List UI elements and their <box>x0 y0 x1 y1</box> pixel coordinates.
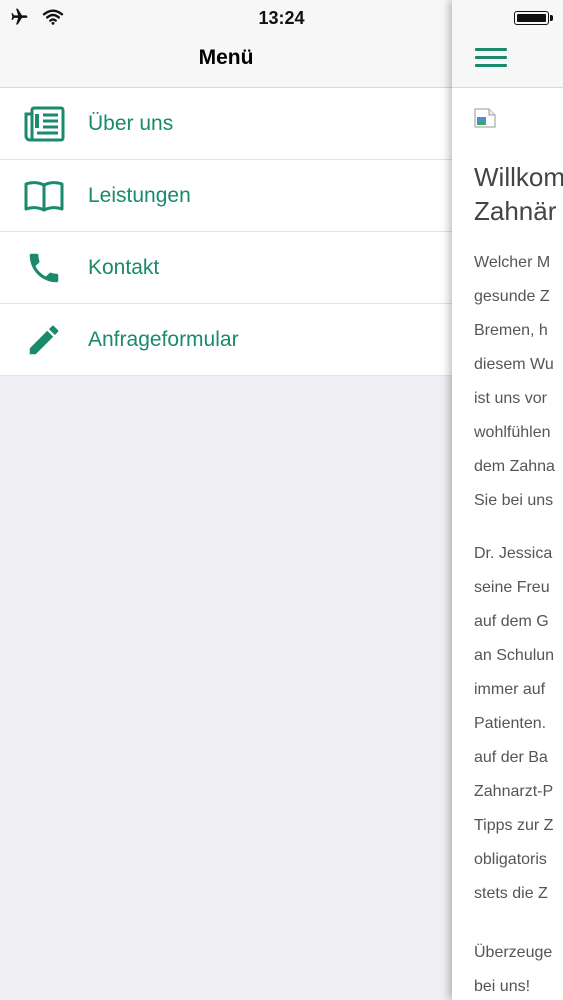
phone-icon <box>0 249 88 287</box>
heading-line: Zahnär <box>474 196 557 226</box>
text-line: Tipps zur Z <box>474 817 554 834</box>
text-line: gesunde Z <box>474 288 550 305</box>
menu-item-label: Kontakt <box>88 255 160 279</box>
text-line: dem Zahna <box>474 458 555 475</box>
text-line: stets die Z <box>474 885 548 902</box>
menu-item-kontakt[interactable]: Kontakt <box>0 232 452 304</box>
text-line: obligatoris <box>474 851 547 868</box>
text-line: Überzeuge <box>474 944 553 961</box>
content-panel[interactable]: Willkom Zahnär Welcher M gesunde Z Breme… <box>452 0 563 1000</box>
menu-list: Über uns Leistungen Kontakt Anfrageformu… <box>0 88 452 376</box>
heading-line: Willkom <box>474 162 563 192</box>
status-bar-right <box>452 0 563 36</box>
book-icon <box>0 180 88 212</box>
text-line: bei uns! <box>474 978 531 995</box>
text-line: Dr. Jessica <box>474 545 553 562</box>
hamburger-menu-icon[interactable] <box>475 44 507 70</box>
content-nav-bar <box>452 36 563 88</box>
text-line: Zahnarzt-P <box>474 783 554 800</box>
text-line: wohlfühlen <box>474 424 551 441</box>
text-line: immer auf <box>474 681 546 698</box>
menu-nav-bar: Menü <box>0 36 452 88</box>
text-line: seine Freu <box>474 579 550 596</box>
text-line: Welcher M <box>474 254 551 271</box>
team-paragraph: Dr. Jessica seine Freu auf dem G an Schu… <box>474 537 563 911</box>
text-line: Patienten. <box>474 715 547 732</box>
text-line: ist uns vor <box>474 390 547 407</box>
text-line: auf der Ba <box>474 749 548 766</box>
newspaper-icon <box>0 106 88 142</box>
menu-item-label: Anfrageformular <box>88 327 239 351</box>
closing-paragraph: Überzeuge bei uns! <box>474 936 563 1000</box>
side-menu-panel: Menü Über uns Leistungen Kontakt Anfrage… <box>0 0 452 1000</box>
text-line: diesem Wu <box>474 356 554 373</box>
text-line: an Schulun <box>474 647 555 664</box>
intro-paragraph: Welcher M gesunde Z Bremen, h diesem Wu … <box>474 246 563 518</box>
pencil-icon <box>0 321 88 359</box>
menu-item-label: Über uns <box>88 111 174 135</box>
broken-image-icon <box>474 108 496 128</box>
battery-icon <box>514 11 549 25</box>
menu-title: Menü <box>198 46 254 69</box>
menu-item-label: Leistungen <box>88 183 191 207</box>
menu-item-leistungen[interactable]: Leistungen <box>0 160 452 232</box>
text-line: Sie bei uns <box>474 492 554 509</box>
text-line: Bremen, h <box>474 322 548 339</box>
welcome-heading: Willkom Zahnär <box>474 160 563 228</box>
menu-item-anfrageformular[interactable]: Anfrageformular <box>0 304 452 376</box>
menu-item-ueber-uns[interactable]: Über uns <box>0 88 452 160</box>
text-line: auf dem G <box>474 613 549 630</box>
